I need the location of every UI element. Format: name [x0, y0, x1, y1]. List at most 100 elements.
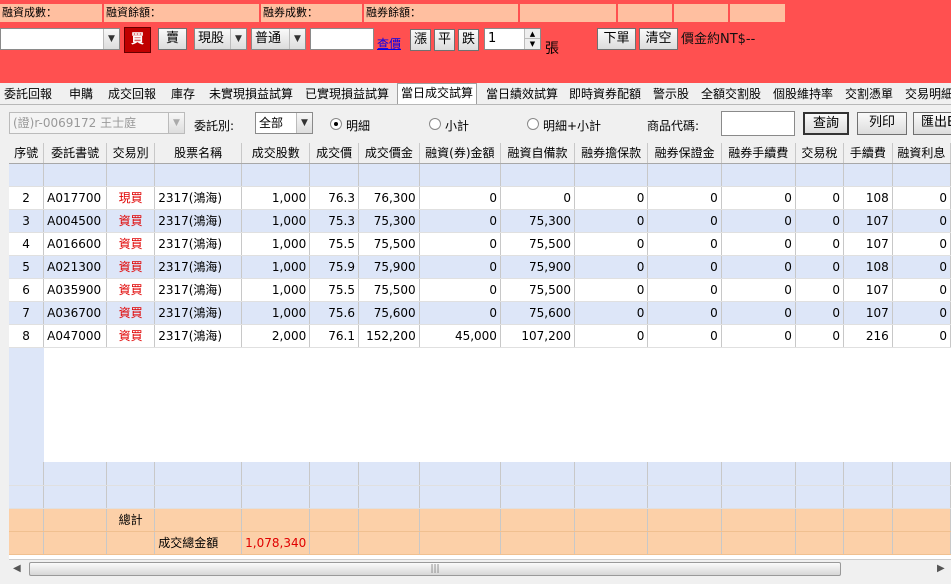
table-cell: 75,500 [500, 278, 575, 302]
col-header[interactable]: 委託書號 [43, 143, 108, 164]
col-header[interactable]: 成交價 [309, 143, 359, 164]
table-row-blank[interactable] [9, 163, 951, 187]
stepper-up-icon[interactable]: ▲ [524, 29, 540, 39]
table-row-empty [9, 347, 951, 370]
tab-margin-quota[interactable]: 即時資券配額 [569, 85, 641, 104]
account-select[interactable]: (證)r-0069172 王士庭 ▼ [9, 112, 185, 134]
place-order-button[interactable]: 下單 [597, 28, 636, 50]
table-row[interactable]: 5 A021300 資買 2317(鴻海) 1,000 75.9 75,900 0 75,900… [9, 255, 951, 279]
tab-full-delivery[interactable]: 全額交割股 [701, 85, 761, 104]
table-cell: 0 [574, 301, 649, 325]
table-cell: 2 [9, 186, 45, 210]
scroll-right-icon[interactable]: ▶ [937, 563, 945, 574]
tab-warning-stocks[interactable]: 警示股 [653, 85, 689, 104]
trade-type-select[interactable]: 現股 ▼ [194, 28, 247, 50]
order-panel: 融資成數： 融資餘額： 融券成數： 融券餘額： ▼ 買 賣 現股 ▼ 普通 ▼ … [0, 0, 951, 83]
table-cell: 0 [892, 255, 951, 279]
chevron-down-icon[interactable]: ▼ [296, 113, 312, 133]
tab-subscription[interactable]: 申購 [69, 85, 93, 104]
table-cell: 資買 [106, 324, 156, 348]
tab-daily-performance[interactable]: 當日績效試算 [486, 85, 558, 104]
summary-row: 總計 [9, 508, 951, 532]
table-cell: 107 [843, 278, 893, 302]
col-header[interactable]: 融券保證金 [647, 143, 722, 164]
col-header[interactable]: 融資(券)金額 [419, 143, 501, 164]
horizontal-scrollbar[interactable]: ◀ ||| ▶ [9, 559, 951, 578]
margin-ratio-label: 融資成數： [0, 4, 102, 22]
table-cell: 0 [647, 301, 722, 325]
col-header[interactable]: 股票名稱 [154, 143, 243, 164]
tab-settlement[interactable]: 交割憑單 [845, 85, 893, 104]
order-type-select[interactable]: 普通 ▼ [251, 28, 306, 50]
table-cell: 216 [843, 324, 893, 348]
delegate-select[interactable]: 全部 ▼ [255, 112, 313, 134]
col-header[interactable]: 序號 [9, 143, 45, 164]
col-header[interactable]: 融券手續費 [721, 143, 796, 164]
tab-realized-pnl[interactable]: 已實現損益試算 [305, 85, 389, 104]
table-cell: 75,500 [358, 278, 420, 302]
buy-button[interactable]: 買 [124, 27, 151, 53]
export-excel-button[interactable]: 匯出EXCEL [913, 112, 951, 135]
clear-button[interactable]: 清空 [639, 28, 678, 50]
col-header[interactable]: 成交股數 [241, 143, 311, 164]
table-cell: 現買 [106, 186, 156, 210]
table-cell: A035900 [43, 278, 108, 302]
col-header[interactable]: 融資利息 [892, 143, 951, 164]
col-header[interactable]: 手續費 [843, 143, 893, 164]
tab-unrealized-pnl[interactable]: 未實現損益試算 [209, 85, 293, 104]
product-code-input[interactable] [721, 111, 795, 136]
order-type-value: 普通 [255, 31, 282, 46]
col-header[interactable]: 融資自備款 [500, 143, 575, 164]
scrollbar-thumb[interactable]: ||| [29, 562, 841, 576]
table-row[interactable]: 4 A016600 資買 2317(鴻海) 1,000 75.5 75,500 0 75,500… [9, 232, 951, 256]
col-header[interactable]: 融券擔保款 [574, 143, 649, 164]
chevron-down-icon[interactable]: ▼ [289, 29, 305, 49]
table-cell: 75,900 [358, 255, 420, 279]
price-input[interactable] [310, 28, 374, 50]
limit-down-button[interactable]: 跌 [458, 29, 479, 51]
function-tabs: 委託回報 申購 成交回報 庫存 未實現損益試算 已實現損益試算 當日成交試算 當… [0, 83, 951, 105]
stepper-down-icon[interactable]: ▼ [524, 39, 540, 49]
tab-fill-report[interactable]: 成交回報 [108, 85, 156, 104]
scroll-left-icon[interactable]: ◀ [13, 563, 21, 574]
radio-subtotal[interactable] [429, 118, 441, 130]
table-cell: 75,300 [358, 209, 420, 233]
table-cell: A017700 [43, 186, 108, 210]
stock-code-combo[interactable]: ▼ [0, 28, 120, 50]
col-header[interactable]: 成交價金 [358, 143, 420, 164]
query-button[interactable]: 查詢 [803, 112, 849, 135]
price-query-link[interactable]: 查價 [377, 35, 401, 52]
table-row[interactable]: 3 A004500 資買 2317(鴻海) 1,000 75.3 75,300 0 75,300… [9, 209, 951, 233]
tab-order-report[interactable]: 委託回報 [4, 85, 52, 104]
limit-up-button[interactable]: 漲 [410, 29, 431, 51]
print-button[interactable]: 列印 [857, 112, 907, 135]
quantity-stepper[interactable]: 1 ▲ ▼ [484, 28, 541, 50]
radio-detail-subtotal[interactable] [527, 118, 539, 130]
table-row-empty [9, 393, 951, 416]
sell-button[interactable]: 賣 [158, 28, 187, 50]
chevron-down-icon[interactable]: ▼ [103, 29, 119, 49]
table-row[interactable]: 8 A047000 資買 2317(鴻海) 2,000 76.1 152,200 45,000… [9, 324, 951, 348]
short-balance-label: 融券餘額： [364, 4, 518, 22]
table-row[interactable]: 2 A017700 現買 2317(鴻海) 1,000 76.3 76,300 0 0 0 0 0 0 1… [9, 186, 951, 210]
table-cell: 0 [892, 209, 951, 233]
fill-calc-grid: 序號 委託書號 交易別 股票名稱 成交股數 成交價 成交價金 融資(券)金額 融… [9, 143, 951, 559]
tab-inventory[interactable]: 庫存 [171, 85, 195, 104]
table-cell: 0 [419, 255, 501, 279]
table-cell: 1,000 [241, 209, 311, 233]
radio-detail[interactable] [330, 118, 342, 130]
flat-price-button[interactable]: 平 [434, 29, 455, 51]
table-cell: 2317(鴻海) [154, 209, 243, 233]
short-ratio-label: 融券成數： [261, 4, 362, 22]
col-header[interactable]: 交易稅 [795, 143, 844, 164]
table-cell: 1,000 [241, 278, 311, 302]
chevron-down-icon[interactable]: ▼ [168, 113, 184, 133]
col-header[interactable]: 交易別 [106, 143, 156, 164]
table-row[interactable]: 6 A035900 資買 2317(鴻海) 1,000 75.5 75,500 0 75,500… [9, 278, 951, 302]
tab-transaction-detail[interactable]: 交易明細 [905, 85, 951, 104]
tab-daily-fill-calc[interactable]: 當日成交試算 [397, 83, 478, 104]
table-row[interactable]: 7 A036700 資買 2317(鴻海) 1,000 75.6 75,600 0 75,600… [9, 301, 951, 325]
table-row-empty [9, 439, 951, 462]
tab-maintenance-ratio[interactable]: 個股維持率 [773, 85, 833, 104]
chevron-down-icon[interactable]: ▼ [230, 29, 246, 49]
